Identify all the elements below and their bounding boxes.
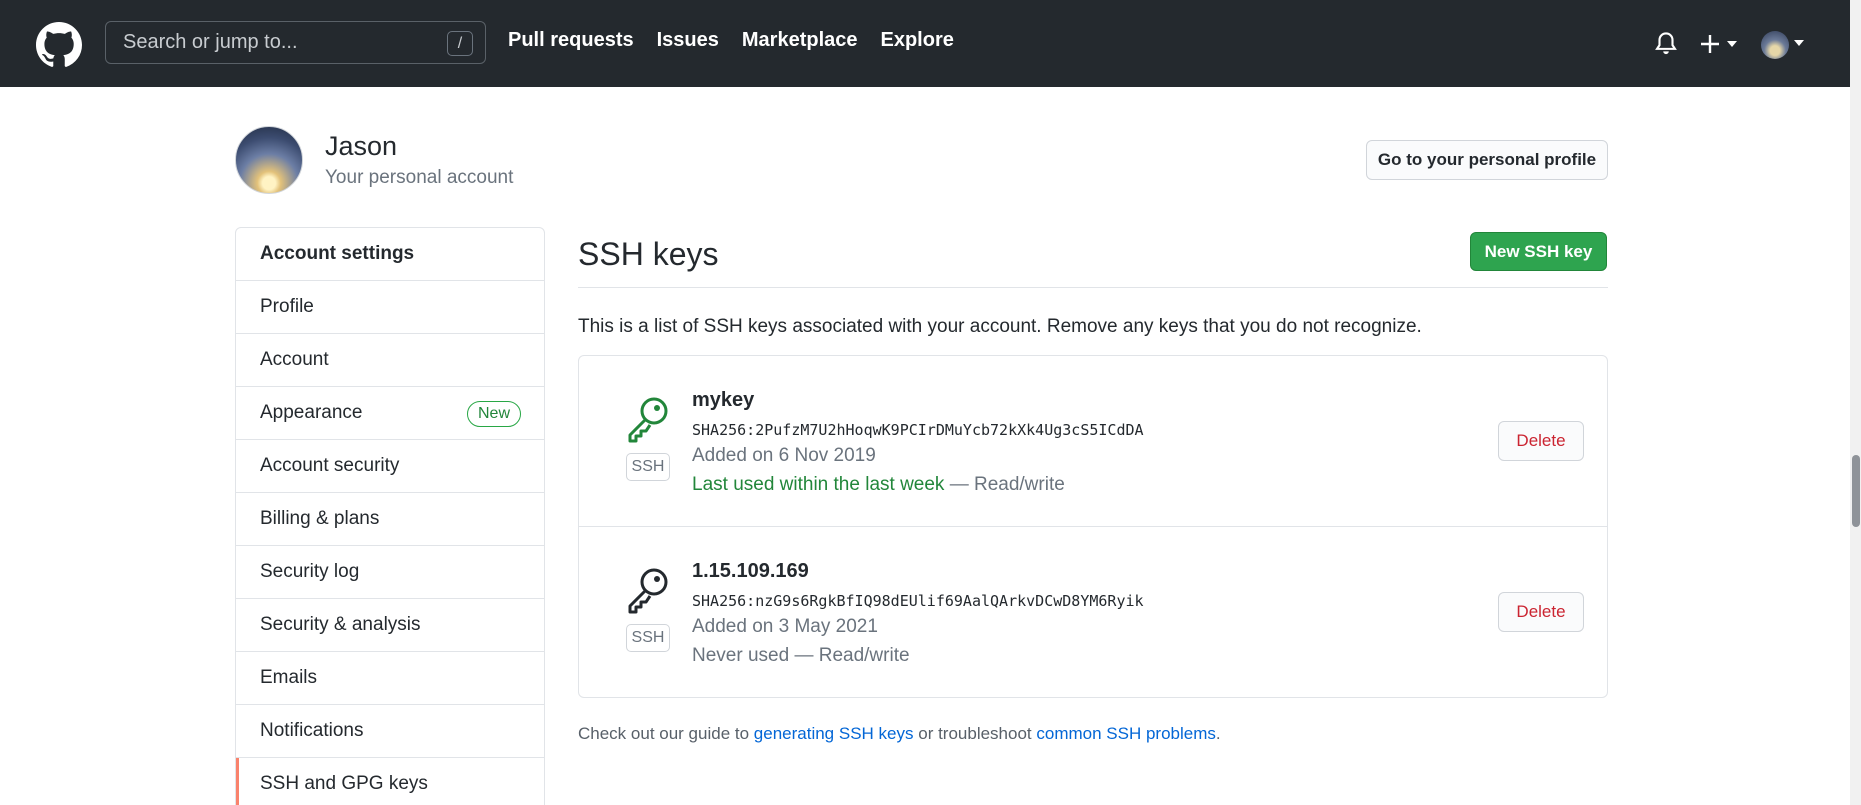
guide-text: Check out our guide to generating SSH ke… xyxy=(578,724,1221,744)
ssh-key-list: SSH mykey SHA256:2PufzM7U2hHoqwK9PCIrDMu… xyxy=(578,355,1608,698)
github-mark-icon[interactable] xyxy=(36,22,82,68)
nav-marketplace[interactable]: Marketplace xyxy=(742,29,858,52)
sidebar-item-profile[interactable]: Profile xyxy=(236,281,544,334)
list-item: SSH mykey SHA256:2PufzM7U2hHoqwK9PCIrDMu… xyxy=(579,356,1607,527)
settings-sidebar: Account settings Profile Account Appeara… xyxy=(235,227,545,805)
key-fingerprint: SHA256:nzG9s6RgkBfIQ98dEUlif69AalQArkvDC… xyxy=(692,592,1144,610)
nav-pull-requests[interactable]: Pull requests xyxy=(508,29,634,52)
search-box[interactable]: / xyxy=(105,21,486,64)
user-subtitle: Your personal account xyxy=(325,167,514,188)
guide-prefix: Check out our guide to xyxy=(578,724,750,743)
go-to-profile-button[interactable]: Go to your personal profile xyxy=(1366,140,1608,180)
sidebar-item-account[interactable]: Account xyxy=(236,334,544,387)
sidebar-item-billing[interactable]: Billing & plans xyxy=(236,493,544,546)
sidebar-item-account-security[interactable]: Account security xyxy=(236,440,544,493)
user-avatar xyxy=(235,126,303,194)
common-ssh-problems-link[interactable]: common SSH problems xyxy=(1036,724,1216,743)
guide-suffix: . xyxy=(1215,724,1221,743)
sidebar-item-label: Notifications xyxy=(260,720,364,741)
key-added-date: Added on 6 Nov 2019 xyxy=(692,445,876,466)
ssh-badge: SSH xyxy=(626,624,670,652)
avatar[interactable] xyxy=(1761,31,1789,59)
new-ssh-key-button[interactable]: New SSH key xyxy=(1470,232,1607,271)
list-item: SSH 1.15.109.169 SHA256:nzG9s6RgkBfIQ98d… xyxy=(579,527,1607,698)
sidebar-item-label: Profile xyxy=(260,296,314,317)
key-icon xyxy=(628,397,668,443)
divider xyxy=(578,287,1608,288)
key-access: — Read/write xyxy=(949,474,1065,495)
sidebar-item-label: Account xyxy=(260,349,329,370)
delete-key-button[interactable]: Delete xyxy=(1498,421,1584,461)
sidebar-item-label: Emails xyxy=(260,667,318,688)
page-title: SSH keys xyxy=(578,236,719,272)
nav-issues[interactable]: Issues xyxy=(657,29,719,52)
sidebar-item-label: Account security xyxy=(260,455,400,476)
intro-text: This is a list of SSH keys associated wi… xyxy=(578,316,1422,337)
nav-explore[interactable]: Explore xyxy=(881,29,954,52)
page-scrollbar[interactable] xyxy=(1850,0,1861,805)
sidebar-item-label: Security & analysis xyxy=(260,614,421,635)
sidebar-item-emails[interactable]: Emails xyxy=(236,652,544,705)
sidebar-item-appearance[interactable]: Appearance New xyxy=(236,387,544,440)
user-name: Jason xyxy=(325,131,398,161)
sidebar-item-ssh-gpg-keys[interactable]: SSH and GPG keys xyxy=(236,758,544,805)
search-shortcut-key: / xyxy=(447,31,473,56)
key-added-date: Added on 3 May 2021 xyxy=(692,616,878,637)
sidebar-heading: Account settings xyxy=(236,228,544,281)
search-input[interactable] xyxy=(106,22,485,63)
chevron-down-icon[interactable] xyxy=(1794,40,1804,46)
new-badge: New xyxy=(466,401,521,427)
key-title: 1.15.109.169 xyxy=(692,560,809,582)
key-access: — Read/write xyxy=(794,645,910,666)
scrollbar-thumb[interactable] xyxy=(1852,455,1860,527)
sidebar-item-label: Appearance xyxy=(260,402,363,423)
key-usage: Never used — Read/write xyxy=(692,645,910,667)
sidebar-item-security-analysis[interactable]: Security & analysis xyxy=(236,599,544,652)
key-last-used: Never used xyxy=(692,645,790,666)
sidebar-item-security-log[interactable]: Security log xyxy=(236,546,544,599)
sidebar-item-notifications[interactable]: Notifications xyxy=(236,705,544,758)
bell-icon[interactable] xyxy=(1653,30,1679,58)
ssh-badge: SSH xyxy=(626,453,670,481)
sidebar-item-label: Security log xyxy=(260,561,360,582)
key-usage: Last used within the last week — Read/wr… xyxy=(692,474,1065,496)
plus-icon[interactable] xyxy=(1700,32,1746,56)
top-header: / Pull requests Issues Marketplace Explo… xyxy=(0,0,1850,87)
key-title: mykey xyxy=(692,389,755,411)
generating-ssh-keys-link[interactable]: generating SSH keys xyxy=(754,724,914,743)
key-last-used: Last used within the last week xyxy=(692,474,945,495)
key-icon xyxy=(628,568,668,614)
global-nav: Pull requests Issues Marketplace Explore xyxy=(508,29,977,52)
delete-key-button[interactable]: Delete xyxy=(1498,592,1584,632)
guide-middle: or troubleshoot xyxy=(918,724,1032,743)
sidebar-item-label: SSH and GPG keys xyxy=(260,773,428,794)
key-fingerprint: SHA256:2PufzM7U2hHoqwK9PCIrDMuYcb72kXk4U… xyxy=(692,421,1144,439)
sidebar-item-label: Billing & plans xyxy=(260,508,380,529)
